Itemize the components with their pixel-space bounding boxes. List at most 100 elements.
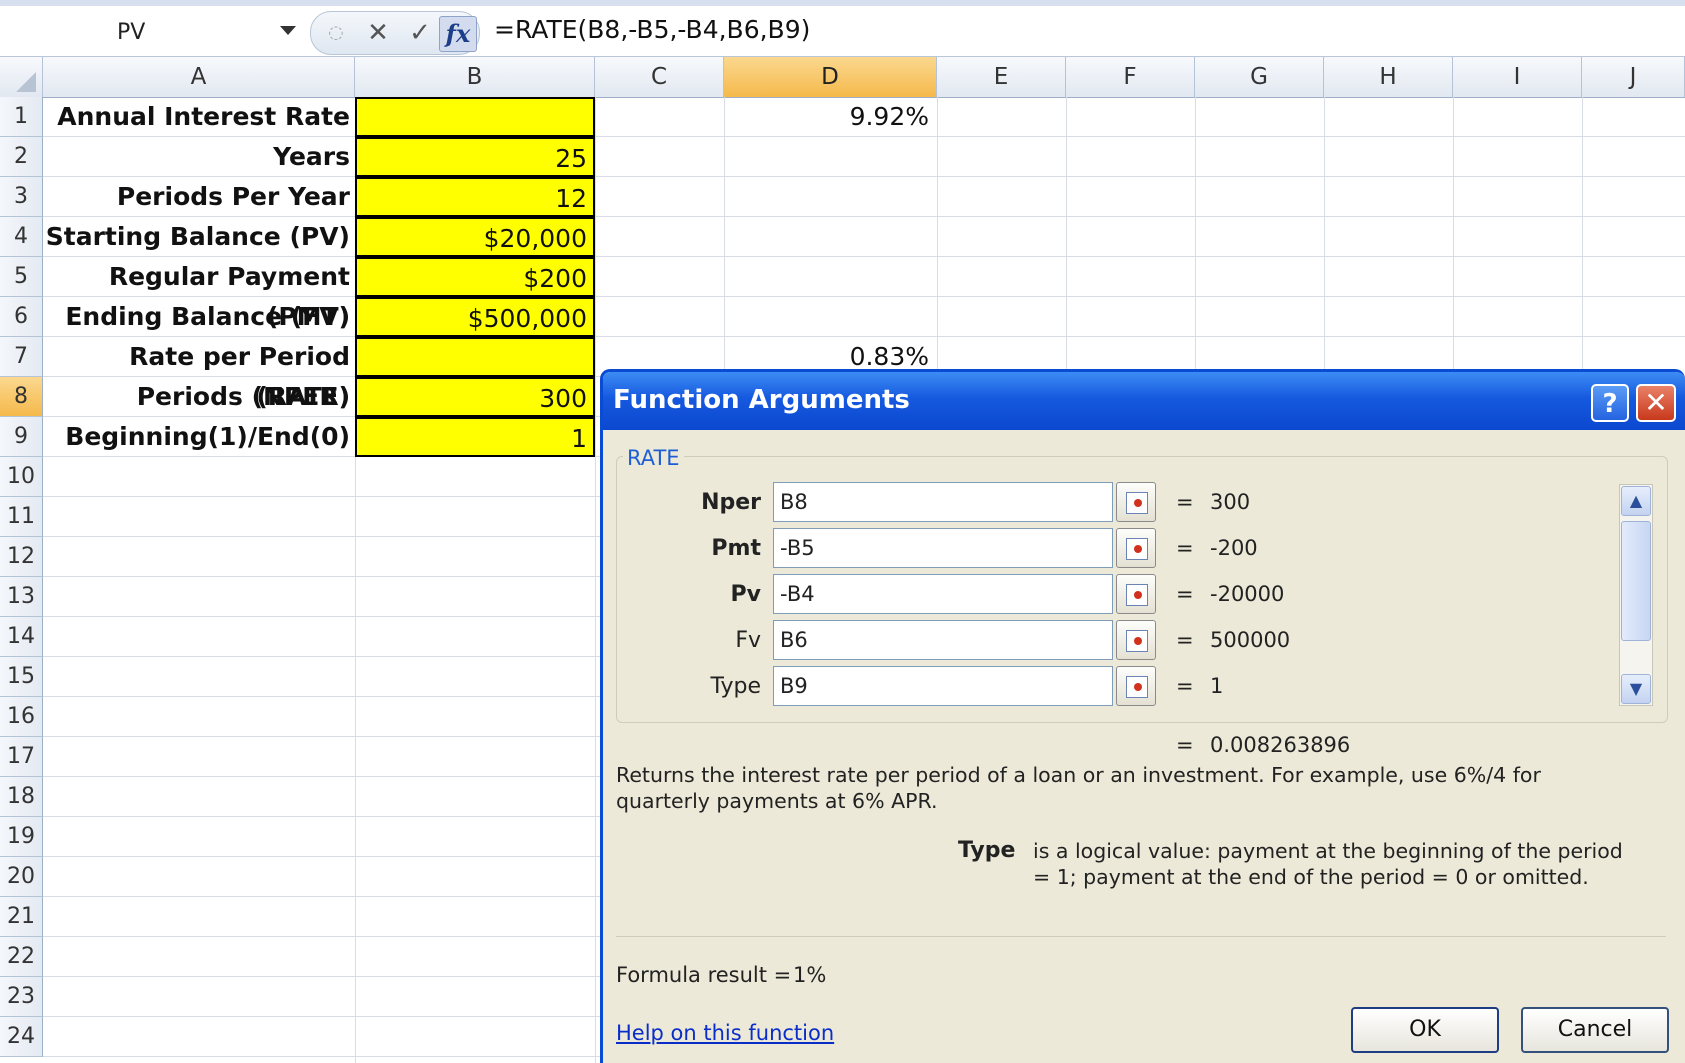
cancel-icon[interactable]: ✕ bbox=[361, 16, 395, 50]
cell-d1[interactable]: 9.92% bbox=[724, 97, 937, 137]
help-on-function-link[interactable]: Help on this function bbox=[616, 1021, 834, 1045]
row-header-3[interactable]: 3 bbox=[0, 177, 43, 217]
cell-a4[interactable]: Starting Balance (PV) bbox=[43, 217, 355, 257]
formula-input[interactable]: =RATE(B8,-B5,-B4,B6,B9) bbox=[494, 15, 810, 44]
cell-a9[interactable]: Beginning(1)/End(0) bbox=[43, 417, 355, 457]
range-select-icon bbox=[1126, 584, 1148, 606]
formula-result-label: Formula result = bbox=[616, 963, 792, 987]
help-icon[interactable]: ? bbox=[1591, 384, 1629, 422]
row-header-23[interactable]: 23 bbox=[0, 977, 43, 1017]
arg-equals: = bbox=[1176, 582, 1194, 606]
row-header-15[interactable]: 15 bbox=[0, 657, 43, 697]
row-header-1[interactable]: 1 bbox=[0, 97, 43, 137]
arg-label-pv: Pv bbox=[730, 582, 761, 607]
nper-result: 300 bbox=[1210, 490, 1251, 514]
cell-a7[interactable]: Rate per Period (RATE) bbox=[43, 337, 355, 411]
column-header-e[interactable]: E bbox=[937, 57, 1066, 97]
divider bbox=[616, 936, 1666, 937]
type-collapse-button[interactable] bbox=[1116, 666, 1156, 706]
row-header-17[interactable]: 17 bbox=[0, 737, 43, 777]
cell-b3[interactable]: 12 bbox=[355, 177, 595, 217]
row-header-22[interactable]: 22 bbox=[0, 937, 43, 977]
column-header-f[interactable]: F bbox=[1066, 57, 1195, 97]
row-header-18[interactable]: 18 bbox=[0, 777, 43, 817]
column-header-b[interactable]: B bbox=[355, 57, 595, 97]
argument-name: Type bbox=[958, 838, 1016, 863]
row-header-8[interactable]: 8 bbox=[0, 377, 43, 417]
row-header-14[interactable]: 14 bbox=[0, 617, 43, 657]
dialog-title-bar[interactable]: Function Arguments ? ✕ bbox=[603, 372, 1685, 430]
cell-a6[interactable]: Ending Balance (FV) bbox=[43, 297, 355, 337]
row-header-10[interactable]: 10 bbox=[0, 457, 43, 497]
cell-a1[interactable]: Annual Interest Rate bbox=[43, 97, 355, 137]
fv-collapse-button[interactable] bbox=[1116, 620, 1156, 660]
row-header-6[interactable]: 6 bbox=[0, 297, 43, 337]
column-header-h[interactable]: H bbox=[1324, 57, 1453, 97]
column-header-i[interactable]: I bbox=[1453, 57, 1582, 97]
row-header-4[interactable]: 4 bbox=[0, 217, 43, 257]
column-header-j[interactable]: J bbox=[1582, 57, 1685, 97]
function-result-equals: = bbox=[1176, 733, 1194, 757]
arg-label-pmt: Pmt bbox=[711, 536, 761, 561]
scroll-down-icon[interactable]: ▼ bbox=[1621, 674, 1651, 704]
name-box[interactable]: PV bbox=[0, 14, 305, 50]
row-header-20[interactable]: 20 bbox=[0, 857, 43, 897]
row-header-19[interactable]: 19 bbox=[0, 817, 43, 857]
cell-a8[interactable]: Periods (NPER) bbox=[43, 377, 355, 417]
enter-icon[interactable]: ✓ bbox=[403, 16, 437, 50]
row-header-21[interactable]: 21 bbox=[0, 897, 43, 937]
column-header-c[interactable]: C bbox=[595, 57, 724, 97]
cell-a3[interactable]: Periods Per Year bbox=[43, 177, 355, 217]
row-header-13[interactable]: 13 bbox=[0, 577, 43, 617]
pmt-result: -200 bbox=[1210, 536, 1258, 560]
type-input[interactable]: B9 bbox=[773, 666, 1113, 706]
row-header-16[interactable]: 16 bbox=[0, 697, 43, 737]
column-headers: A B C D E F G H I J bbox=[0, 57, 1685, 98]
nper-collapse-button[interactable] bbox=[1116, 482, 1156, 522]
type-result: 1 bbox=[1210, 674, 1224, 698]
row-header-24[interactable]: 24 bbox=[0, 1017, 43, 1057]
formula-buttons: ◌ ✕ ✓ fx bbox=[310, 11, 480, 55]
column-header-g[interactable]: G bbox=[1195, 57, 1324, 97]
row-header-11[interactable]: 11 bbox=[0, 497, 43, 537]
name-box-dropdown-icon[interactable] bbox=[280, 26, 296, 35]
cell-b5[interactable]: $200 bbox=[355, 257, 595, 297]
column-header-a[interactable]: A bbox=[43, 57, 355, 97]
insert-function-icon[interactable]: fx bbox=[439, 16, 477, 52]
cell-b2[interactable]: 25 bbox=[355, 137, 595, 177]
cell-a2[interactable]: Years bbox=[43, 137, 355, 177]
dialog-title: Function Arguments bbox=[613, 385, 910, 415]
pv-input[interactable]: -B4 bbox=[773, 574, 1113, 614]
cancel-button[interactable]: Cancel bbox=[1521, 1007, 1669, 1053]
row-header-2[interactable]: 2 bbox=[0, 137, 43, 177]
pmt-input[interactable]: -B5 bbox=[773, 528, 1113, 568]
cell-b4[interactable]: $20,000 bbox=[355, 217, 595, 257]
fv-input[interactable]: B6 bbox=[773, 620, 1113, 660]
pmt-collapse-button[interactable] bbox=[1116, 528, 1156, 568]
range-select-icon bbox=[1126, 538, 1148, 560]
cell-a5[interactable]: Regular Payment (PMT) bbox=[43, 257, 355, 331]
select-all-corner[interactable] bbox=[0, 57, 43, 97]
row-header-7[interactable]: 7 bbox=[0, 337, 43, 377]
nper-input[interactable]: B8 bbox=[773, 482, 1113, 522]
pv-result: -20000 bbox=[1210, 582, 1285, 606]
arguments-scrollbar[interactable]: ▲ ▼ bbox=[1619, 484, 1653, 706]
formula-bar: PV ◌ ✕ ✓ fx =RATE(B8,-B5,-B4,B6,B9) bbox=[0, 6, 1685, 57]
cell-b8[interactable]: 300 bbox=[355, 377, 595, 417]
function-arguments-dialog: Function Arguments ? ✕ RATE Nper B8 = 30… bbox=[600, 369, 1685, 1063]
row-header-9[interactable]: 9 bbox=[0, 417, 43, 457]
ok-button[interactable]: OK bbox=[1351, 1007, 1499, 1053]
cell-b6[interactable]: $500,000 bbox=[355, 297, 595, 337]
formula-result-value: 1% bbox=[793, 963, 827, 987]
pv-collapse-button[interactable] bbox=[1116, 574, 1156, 614]
cell-b1[interactable] bbox=[355, 97, 595, 137]
row-header-5[interactable]: 5 bbox=[0, 257, 43, 297]
row-header-12[interactable]: 12 bbox=[0, 537, 43, 577]
scroll-up-icon[interactable]: ▲ bbox=[1621, 486, 1651, 516]
scroll-thumb[interactable] bbox=[1621, 521, 1651, 641]
cell-b7[interactable] bbox=[355, 337, 595, 377]
function-result: 0.008263896 bbox=[1210, 733, 1351, 757]
cell-b9[interactable]: 1 bbox=[355, 417, 595, 457]
column-header-d[interactable]: D bbox=[724, 57, 937, 97]
close-icon[interactable]: ✕ bbox=[1636, 384, 1676, 422]
